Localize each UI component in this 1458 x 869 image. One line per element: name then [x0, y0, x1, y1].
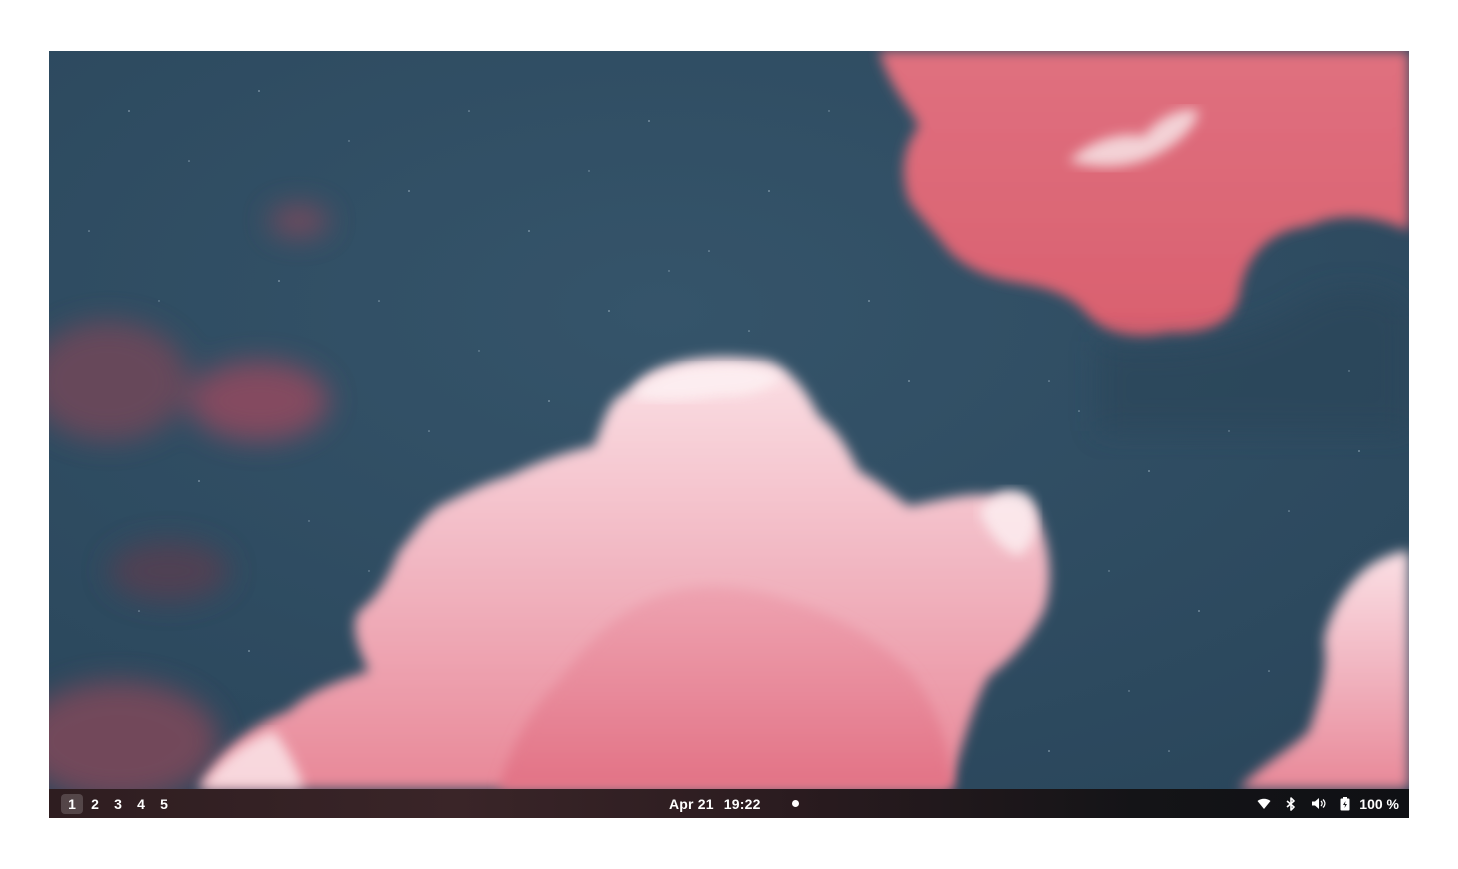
volume-icon[interactable]	[1310, 796, 1326, 812]
workspace-4-button[interactable]: 4	[130, 794, 152, 814]
workspace-2-button[interactable]: 2	[84, 794, 106, 814]
desktop-screen: 1 2 3 4 5 Apr 21 19:22 100 %	[49, 51, 1409, 818]
workspace-switcher: 1 2 3 4 5	[61, 789, 176, 818]
system-tray: 100 %	[1245, 789, 1399, 818]
clock-date: Apr 21	[669, 795, 714, 812]
clock-time: 19:22	[723, 795, 761, 812]
wifi-icon[interactable]	[1256, 796, 1272, 812]
taskbar: 1 2 3 4 5 Apr 21 19:22 100 %	[49, 789, 1409, 818]
battery-icon[interactable]	[1337, 796, 1353, 812]
workspace-5-button[interactable]: 5	[153, 794, 175, 814]
battery-percentage: 100 %	[1359, 795, 1399, 812]
workspace-3-button[interactable]: 3	[107, 794, 129, 814]
notification-dot-icon[interactable]	[792, 800, 799, 807]
clock[interactable]: Apr 21 19:22	[669, 789, 761, 818]
workspace-1-button[interactable]: 1	[61, 793, 83, 814]
desktop-wallpaper	[49, 51, 1409, 789]
bluetooth-icon[interactable]	[1283, 796, 1299, 812]
